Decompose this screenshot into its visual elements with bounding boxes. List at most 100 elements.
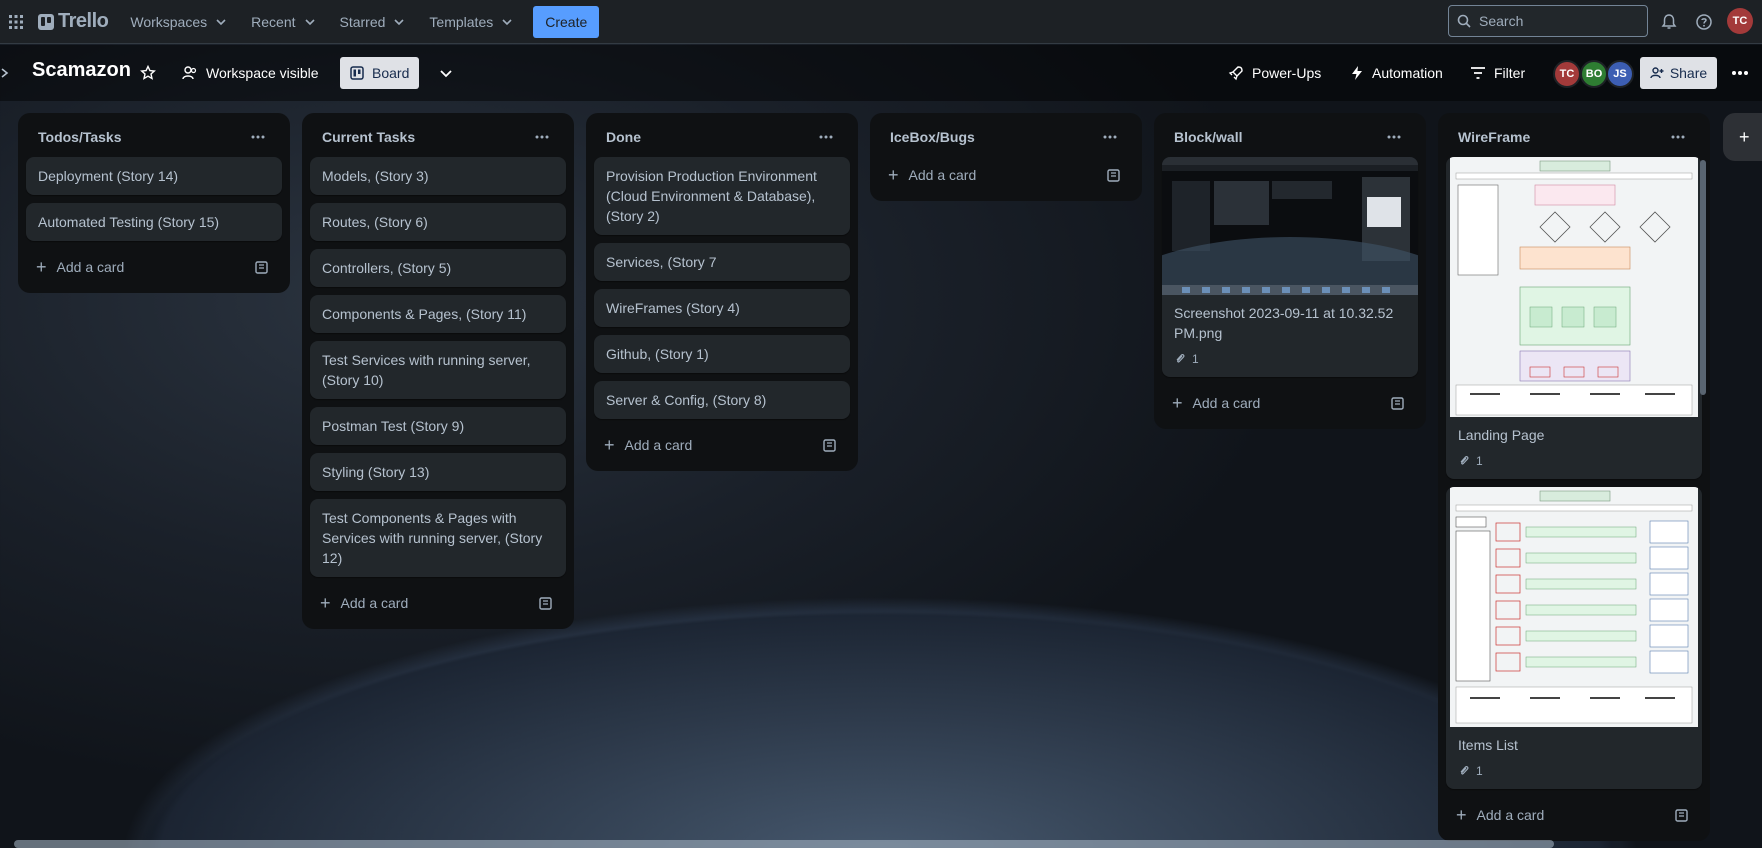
plus-icon: +	[36, 257, 47, 277]
list-title[interactable]: WireFrame	[1458, 129, 1530, 145]
search-input[interactable]	[1479, 13, 1629, 29]
share-button[interactable]: Share	[1640, 57, 1717, 89]
list-title[interactable]: Todos/Tasks	[38, 129, 122, 145]
create-from-template-icon[interactable]	[1100, 161, 1128, 189]
attachment-badge: 1	[1458, 761, 1690, 781]
card-title: Items List	[1458, 737, 1518, 753]
list-menu-icon[interactable]	[1094, 121, 1126, 153]
list-header: Current Tasks	[310, 117, 566, 157]
create-from-template-icon[interactable]	[816, 431, 844, 459]
add-card-button[interactable]: + Add a card	[36, 257, 125, 277]
create-from-template-icon[interactable]	[1384, 389, 1412, 417]
card[interactable]: Routes, (Story 6)	[310, 203, 566, 241]
member-avatar-js[interactable]: JS	[1606, 60, 1634, 88]
card[interactable]: WireFrames (Story 4)	[594, 289, 850, 327]
add-card-button[interactable]: + Add a card	[1172, 394, 1261, 412]
card[interactable]: Test Components & Pages with Services wi…	[310, 499, 566, 577]
list-menu-icon[interactable]	[810, 121, 842, 153]
create-button[interactable]: Create	[533, 5, 600, 38]
customize-views-icon[interactable]	[432, 57, 460, 89]
list-menu-icon[interactable]	[526, 121, 558, 153]
member-avatar-bo[interactable]: BO	[1580, 60, 1608, 88]
search-icon	[1457, 14, 1471, 28]
attachment-badge: 1	[1174, 349, 1406, 369]
board-horizontal-scrollbar[interactable]	[14, 840, 1554, 848]
card[interactable]: Github, (Story 1)	[594, 335, 850, 373]
more-menu-icon[interactable]	[1725, 57, 1755, 89]
starred-menu[interactable]: Starred	[328, 6, 418, 38]
attachment-count: 1	[1192, 352, 1199, 366]
add-card-button[interactable]: + Add a card	[604, 436, 693, 454]
add-card-label: Add a card	[56, 259, 125, 275]
power-ups-label: Power-Ups	[1252, 65, 1322, 81]
list-block-wall: Block/wall Screenshot 2023-09-11 at 10.3…	[1154, 113, 1426, 429]
list-menu-icon[interactable]	[242, 121, 274, 153]
lightning-icon	[1352, 66, 1362, 80]
list-title[interactable]: Current Tasks	[322, 129, 415, 145]
list-title[interactable]: Done	[606, 129, 641, 145]
workspaces-menu[interactable]: Workspaces	[118, 6, 239, 38]
templates-menu[interactable]: Templates	[417, 6, 525, 38]
list-menu-icon[interactable]	[1662, 121, 1694, 153]
sidebar-expand-icon[interactable]	[0, 63, 14, 83]
create-from-template-icon[interactable]	[532, 589, 560, 617]
card[interactable]: Controllers, (Story 5)	[310, 249, 566, 287]
chevron-down-icon	[394, 18, 404, 25]
card[interactable]: Models, (Story 3)	[310, 157, 566, 195]
card[interactable]: Styling (Story 13)	[310, 453, 566, 491]
list-title[interactable]: IceBox/Bugs	[890, 129, 975, 145]
list-menu-icon[interactable]	[1378, 121, 1410, 153]
list-vertical-scrollbar[interactable]	[1700, 160, 1706, 395]
chevron-down-icon	[304, 18, 315, 25]
add-card-label: Add a card	[624, 437, 693, 453]
help-icon[interactable]	[1690, 8, 1718, 36]
board-header: Scamazon Workspace visible Board Power-U…	[0, 45, 1762, 101]
board-view-button[interactable]: Board	[340, 57, 420, 89]
card[interactable]: Deployment (Story 14)	[26, 157, 282, 195]
board-title[interactable]: Scamazon	[32, 59, 131, 82]
card-cover-wireframe	[1450, 157, 1698, 417]
add-card-button[interactable]: + Add a card	[320, 594, 408, 612]
app-switcher-icon[interactable]	[2, 8, 30, 36]
board-icon	[350, 66, 364, 80]
member-avatar-tc[interactable]: TC	[1553, 60, 1581, 88]
create-from-template-icon[interactable]	[1668, 801, 1696, 829]
trello-logo-text: Trello	[58, 10, 109, 32]
add-card-button[interactable]: + Add a card	[1456, 806, 1544, 824]
automation-button[interactable]: Automation	[1340, 57, 1453, 89]
list-footer: + Add a card	[594, 427, 850, 463]
trello-logo[interactable]: Trello	[38, 8, 109, 36]
star-board-icon[interactable]	[134, 57, 162, 89]
rocket-icon	[1228, 66, 1243, 81]
list-title[interactable]: Block/wall	[1174, 129, 1242, 145]
list-header: Done	[594, 117, 850, 157]
filter-button[interactable]: Filter	[1460, 57, 1535, 89]
card[interactable]: Postman Test (Story 9)	[310, 407, 566, 445]
card[interactable]: Components & Pages, (Story 11)	[310, 295, 566, 333]
list-header: Todos/Tasks	[26, 117, 282, 157]
card-title: Landing Page	[1458, 427, 1545, 443]
user-avatar[interactable]: TC	[1727, 8, 1753, 34]
power-ups-button[interactable]: Power-Ups	[1218, 57, 1331, 89]
recent-menu[interactable]: Recent	[239, 6, 327, 38]
workspace-visible-button[interactable]: Workspace visible	[172, 57, 329, 89]
add-card-button[interactable]: + Add a card	[888, 166, 977, 184]
create-from-template-icon[interactable]	[248, 253, 276, 281]
recent-label: Recent	[251, 13, 296, 30]
card[interactable]: Server & Config, (Story 8)	[594, 381, 850, 419]
search-box[interactable]	[1448, 5, 1648, 37]
card[interactable]: Landing Page 1	[1446, 157, 1702, 479]
card[interactable]: Test Services with running server, (Stor…	[310, 341, 566, 399]
add-list-button[interactable]: +	[1723, 113, 1762, 161]
add-card-label: Add a card	[1192, 395, 1261, 411]
card[interactable]: Screenshot 2023-09-11 at 10.32.52 PM.png…	[1162, 157, 1418, 377]
card-title: Screenshot 2023-09-11 at 10.32.52 PM.png	[1174, 305, 1394, 341]
notifications-bell-icon[interactable]	[1655, 8, 1683, 36]
card[interactable]: Items List 1	[1446, 487, 1702, 789]
card[interactable]: Services, (Story 7	[594, 243, 850, 281]
add-card-label: Add a card	[908, 167, 977, 183]
trello-logo-icon	[38, 13, 54, 30]
card[interactable]: Provision Production Environment (Cloud …	[594, 157, 850, 235]
list-wireframe: WireFrame Landing Page 1 Items List 1 + …	[1438, 113, 1710, 841]
card[interactable]: Automated Testing (Story 15)	[26, 203, 282, 241]
